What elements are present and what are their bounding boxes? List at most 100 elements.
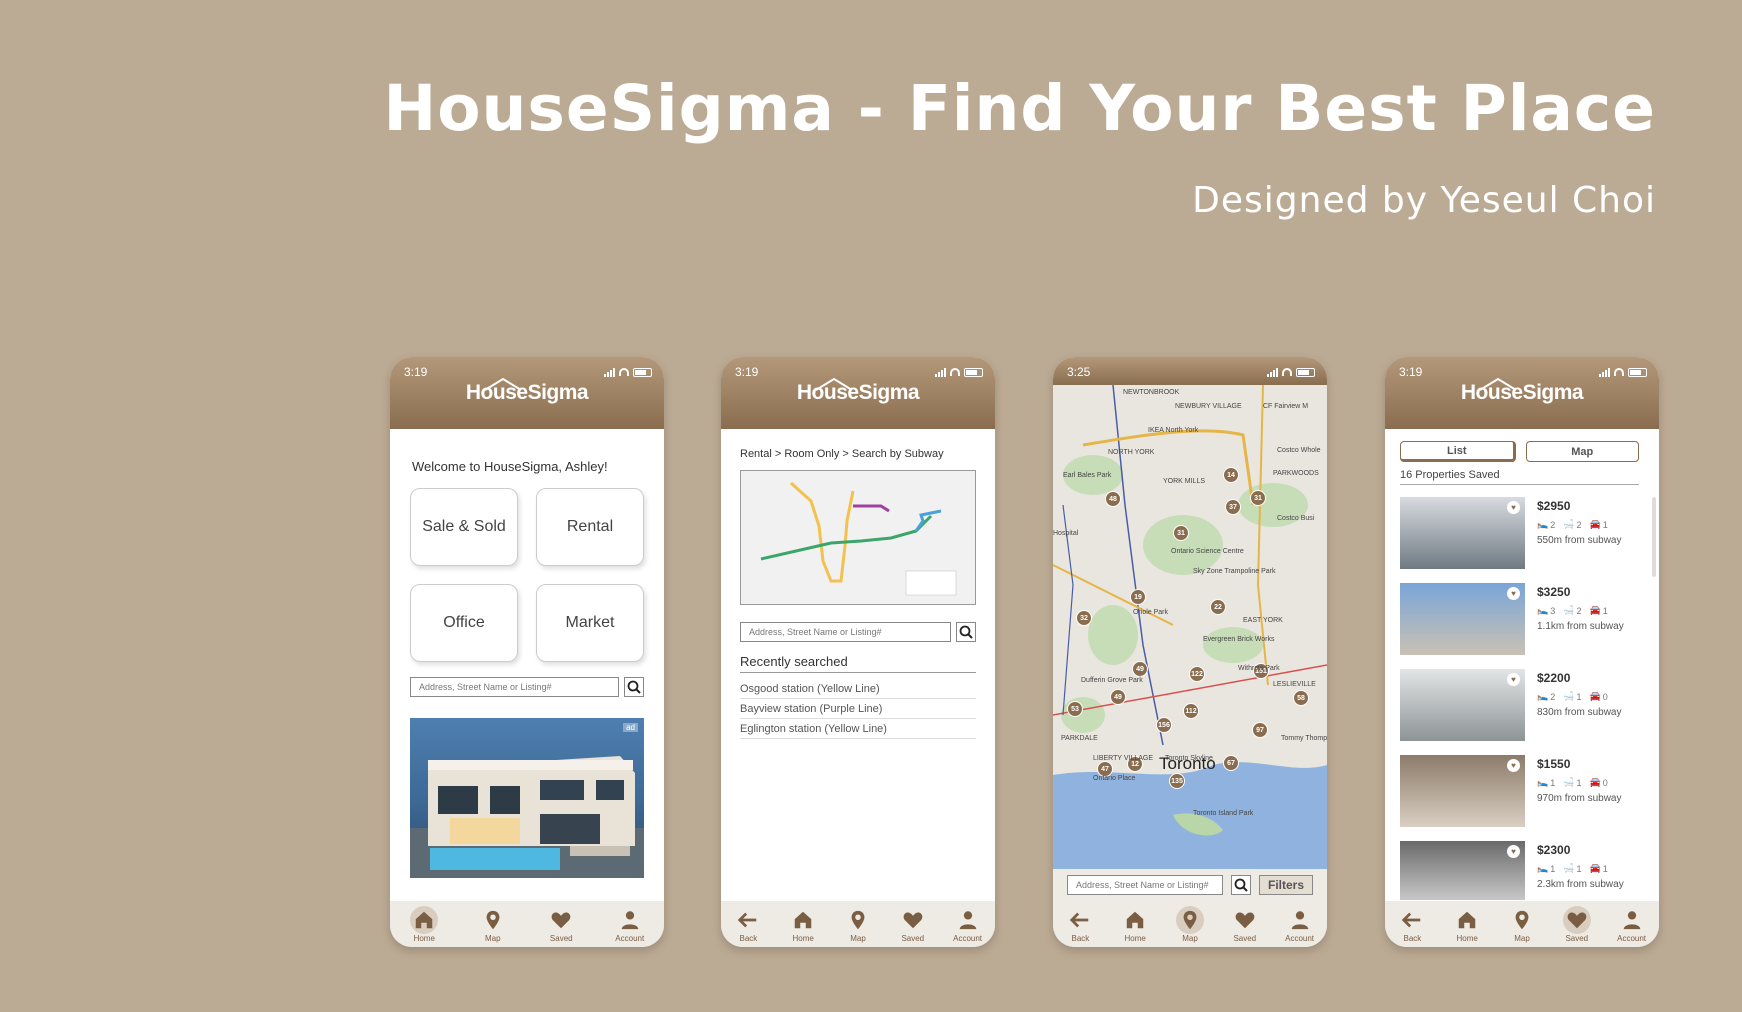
filters-button[interactable]: Filters bbox=[1258, 875, 1313, 895]
search-input[interactable]: Address, Street Name or Listing# bbox=[1067, 875, 1223, 895]
property-features: 🛌 2 🛁 2 🚘 1 bbox=[1537, 519, 1621, 530]
bath-icon: 🛁 2 bbox=[1563, 605, 1582, 616]
map-place-label: Ontario Science Centre bbox=[1171, 548, 1244, 555]
recent-searches-title: Recently searched bbox=[740, 654, 976, 673]
nav-saved[interactable]: Saved bbox=[539, 906, 583, 943]
tile-office[interactable]: Office bbox=[410, 584, 518, 662]
nav-back[interactable]: Back bbox=[1058, 906, 1102, 943]
heart-icon[interactable]: ♥ bbox=[1507, 845, 1520, 858]
map-marker[interactable]: 58 bbox=[1293, 690, 1309, 706]
property-item[interactable]: ♥ $3250 🛌 3 🛁 2 🚘 1 1.1km from subway bbox=[1400, 583, 1649, 669]
map-marker[interactable]: 49 bbox=[1132, 661, 1148, 677]
map-marker[interactable]: 48 bbox=[1105, 491, 1121, 507]
nav-map[interactable]: Map bbox=[471, 906, 515, 943]
map-place-label: LIBERTY VILLAGE bbox=[1093, 755, 1154, 762]
nav-saved[interactable]: Saved bbox=[1555, 905, 1599, 943]
tile-sale-sold[interactable]: Sale & Sold bbox=[410, 488, 518, 566]
subway-map[interactable] bbox=[740, 470, 976, 605]
recent-item[interactable]: Osgood station (Yellow Line) bbox=[740, 679, 976, 699]
map-marker[interactable]: 112 bbox=[1183, 703, 1199, 719]
property-price: $1550 bbox=[1537, 757, 1571, 771]
home-icon bbox=[416, 911, 433, 928]
heart-icon[interactable]: ♥ bbox=[1507, 759, 1520, 772]
property-list[interactable]: ♥ $2950 🛌 2 🛁 2 🚘 1 550m from subway ♥ $3250 🛌 3 🛁 2 🚘 1… bbox=[1400, 497, 1649, 900]
search-button[interactable] bbox=[956, 622, 976, 642]
map-marker[interactable]: 32 bbox=[1076, 610, 1092, 626]
baths-count: 1 bbox=[1576, 691, 1582, 702]
property-photo[interactable]: ♥ bbox=[1400, 755, 1525, 827]
search-input[interactable]: Address, Street Name or Listing# bbox=[410, 677, 619, 697]
battery-icon bbox=[633, 367, 652, 377]
bed-icon: 🛌 2 bbox=[1537, 691, 1556, 702]
map-marker[interactable]: 156 bbox=[1156, 717, 1172, 733]
property-photo[interactable]: ♥ bbox=[1400, 841, 1525, 900]
nav-home[interactable]: Home bbox=[1445, 906, 1489, 943]
nav-map[interactable]: Map bbox=[1168, 905, 1212, 943]
recent-item[interactable]: Bayview station (Purple Line) bbox=[740, 699, 976, 719]
nav-home[interactable]: Home bbox=[402, 905, 446, 943]
phone-home-screen: 3:19 HouseSigma Welcome to HouseSigma, A… bbox=[390, 357, 664, 947]
nav-back[interactable]: Back bbox=[1390, 906, 1434, 943]
map-place-label: Dufferin Grove Park bbox=[1081, 677, 1143, 684]
map-marker[interactable]: 14 bbox=[1223, 467, 1239, 483]
property-price: $2950 bbox=[1537, 499, 1571, 513]
property-photo[interactable]: ♥ bbox=[1400, 497, 1525, 569]
property-price: $3250 bbox=[1537, 585, 1571, 599]
map-place-label: LESLIEVILLE bbox=[1273, 681, 1316, 688]
map-marker[interactable]: 19 bbox=[1130, 589, 1146, 605]
property-item[interactable]: ♥ $2300 🛌 1 🛁 1 🚘 1 2.3km from subway bbox=[1400, 841, 1649, 900]
heart-icon bbox=[551, 912, 571, 928]
app-header: 3:19 HouseSigma bbox=[390, 357, 664, 429]
map-marker[interactable]: 31 bbox=[1250, 490, 1266, 506]
map-marker[interactable]: 135 bbox=[1169, 773, 1185, 789]
map-marker[interactable]: 22 bbox=[1210, 599, 1226, 615]
map-marker[interactable]: 53 bbox=[1067, 701, 1083, 717]
property-item[interactable]: ♥ $2950 🛌 2 🛁 2 🚘 1 550m from subway bbox=[1400, 497, 1649, 583]
map-place-label: Costco Busi bbox=[1277, 515, 1315, 522]
app-logo: HouseSigma bbox=[1385, 377, 1659, 405]
scrollbar[interactable] bbox=[1652, 497, 1656, 577]
ad-banner-image[interactable]: ad bbox=[410, 718, 644, 878]
map-marker[interactable]: 37 bbox=[1225, 499, 1241, 515]
tab-list[interactable]: List bbox=[1400, 441, 1516, 462]
nav-account[interactable]: Account bbox=[1278, 906, 1322, 943]
nav-saved[interactable]: Saved bbox=[1223, 906, 1267, 943]
nav-saved[interactable]: Saved bbox=[891, 906, 935, 943]
wifi-icon bbox=[1282, 368, 1292, 376]
property-item[interactable]: ♥ $1550 🛌 1 🛁 1 🚘 0 970m from subway bbox=[1400, 755, 1649, 841]
status-time: 3:25 bbox=[1067, 365, 1091, 379]
property-info: $2200 🛌 2 🛁 1 🚘 0 830m from subway bbox=[1537, 669, 1621, 755]
nav-map[interactable]: Map bbox=[836, 906, 880, 943]
property-info: $3250 🛌 3 🛁 2 🚘 1 1.1km from subway bbox=[1537, 583, 1624, 669]
property-photo[interactable]: ♥ bbox=[1400, 669, 1525, 741]
map-view[interactable]: 14 37 31 48 31 19 22 32 49 151 122 49 112 58 53 156 97 47… bbox=[1053, 385, 1327, 869]
nav-home[interactable]: Home bbox=[1113, 906, 1157, 943]
nav-account[interactable]: Account bbox=[608, 906, 652, 943]
map-marker[interactable]: 97 bbox=[1252, 722, 1268, 738]
map-marker[interactable]: 122 bbox=[1189, 666, 1205, 682]
map-marker[interactable]: 31 bbox=[1173, 525, 1189, 541]
map-place-label: Earl Bales Park bbox=[1063, 472, 1112, 479]
nav-back[interactable]: Back bbox=[726, 906, 770, 943]
tile-rental[interactable]: Rental bbox=[536, 488, 644, 566]
property-item[interactable]: ♥ $2200 🛌 2 🛁 1 🚘 0 830m from subway bbox=[1400, 669, 1649, 755]
heart-icon[interactable]: ♥ bbox=[1507, 587, 1520, 600]
search-input[interactable]: Address, Street Name or Listing# bbox=[740, 622, 951, 642]
bed-icon: 🛌 3 bbox=[1537, 605, 1556, 616]
app-header: 3:19 HouseSigma bbox=[1385, 357, 1659, 429]
recent-item[interactable]: Eglington station (Yellow Line) bbox=[740, 719, 976, 739]
nav-account[interactable]: Account bbox=[1610, 906, 1654, 943]
tile-market[interactable]: Market bbox=[536, 584, 644, 662]
heart-icon[interactable]: ♥ bbox=[1507, 501, 1520, 514]
nav-home[interactable]: Home bbox=[781, 906, 825, 943]
property-photo[interactable]: ♥ bbox=[1400, 583, 1525, 655]
search-button[interactable] bbox=[624, 677, 644, 697]
map-marker[interactable]: 67 bbox=[1223, 755, 1239, 771]
nav-map[interactable]: Map bbox=[1500, 906, 1544, 943]
tab-map[interactable]: Map bbox=[1525, 441, 1639, 462]
search-bar: Address, Street Name or Listing# bbox=[410, 677, 644, 697]
heart-icon[interactable]: ♥ bbox=[1507, 673, 1520, 686]
map-marker[interactable]: 49 bbox=[1110, 689, 1126, 705]
nav-account[interactable]: Account bbox=[946, 906, 990, 943]
search-button[interactable] bbox=[1230, 875, 1251, 895]
